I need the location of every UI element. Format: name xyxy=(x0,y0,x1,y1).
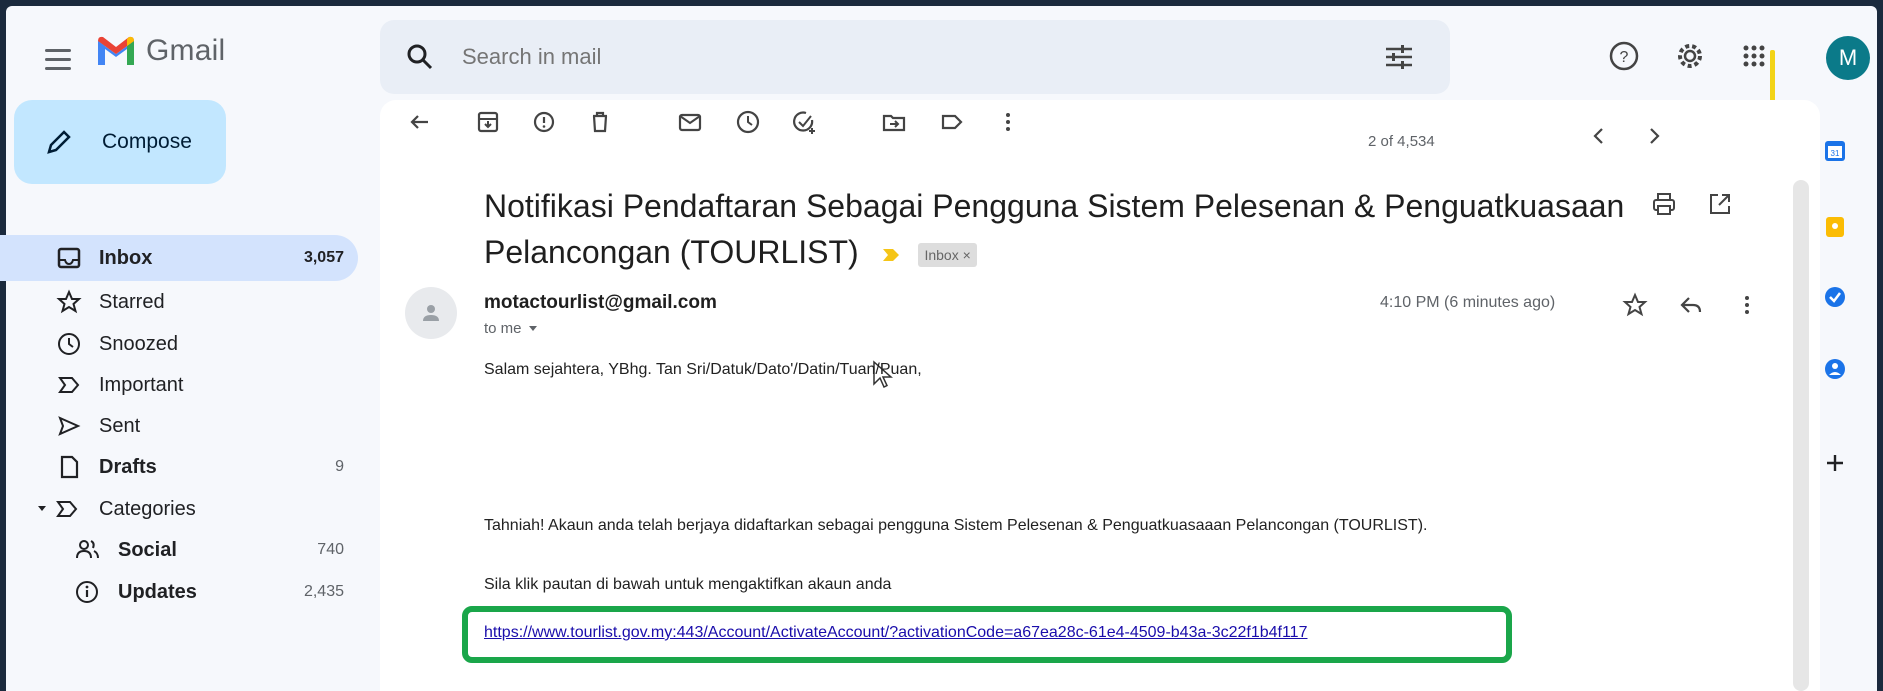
search-input[interactable] xyxy=(462,44,1312,70)
email-subject: Notifikasi Pendaftaran Sebagai Pengguna … xyxy=(484,183,1664,275)
sender-email[interactable]: motactourlist@gmail.com xyxy=(484,292,717,314)
tasks-icon[interactable] xyxy=(1822,284,1848,310)
activation-link[interactable]: https://www.tourlist.gov.my:443/Account/… xyxy=(484,624,1307,642)
sidebar-item-snoozed[interactable]: Snoozed xyxy=(0,321,358,367)
keep-notes-icon[interactable] xyxy=(1822,214,1848,240)
gmail-logo[interactable]: Gmail xyxy=(96,34,225,68)
more-vertical-icon[interactable] xyxy=(994,108,1022,136)
sidebar-item-count: 9 xyxy=(335,458,344,475)
sidebar-item-updates[interactable]: Updates 2,435 xyxy=(0,569,358,615)
email-timestamp: 4:10 PM (6 minutes ago) xyxy=(1380,294,1556,311)
email-paragraph: Sila klik pautan di bawah untuk mengakti… xyxy=(484,576,892,593)
search-bar[interactable] xyxy=(380,20,1450,94)
categories-expand-icon xyxy=(38,501,78,517)
more-options-icon[interactable] xyxy=(1734,292,1760,318)
move-to-folder-icon[interactable] xyxy=(880,108,908,136)
caret-down-icon xyxy=(528,325,537,331)
sidebar-item-label: Updates xyxy=(118,580,197,603)
star-outline-icon[interactable] xyxy=(1622,292,1648,318)
sidebar-item-label: Important xyxy=(99,373,184,396)
sidebar-item-inbox[interactable]: Inbox 3,057 xyxy=(0,235,358,281)
contacts-icon[interactable] xyxy=(1822,356,1848,382)
sidebar-item-categories[interactable]: Categories xyxy=(0,486,358,532)
help-icon[interactable]: ? xyxy=(1606,38,1642,74)
menu-icon-bar xyxy=(45,57,71,61)
sidebar-item-important[interactable]: Important xyxy=(0,362,358,408)
person-icon xyxy=(423,305,439,321)
recipient-details-toggle[interactable]: to me xyxy=(484,320,538,337)
add-addon-plus-icon[interactable] xyxy=(1822,450,1848,476)
sidebar-item-label: Sent xyxy=(99,414,141,437)
app-name: Gmail xyxy=(146,34,226,67)
next-chevron-icon[interactable] xyxy=(1642,124,1666,148)
reply-icon[interactable] xyxy=(1678,292,1704,318)
recipient-text: to me xyxy=(484,320,522,337)
inbox-label-chip[interactable]: Inbox × xyxy=(918,242,977,267)
search-icon[interactable] xyxy=(406,43,434,71)
send-icon xyxy=(58,416,81,436)
archive-icon[interactable] xyxy=(474,108,502,136)
menu-icon-bar xyxy=(45,66,71,70)
print-icon[interactable] xyxy=(1650,190,1678,218)
sidebar-item-count: 2,435 xyxy=(303,583,344,600)
apps-grid-icon[interactable] xyxy=(1736,38,1772,74)
search-options-icon[interactable] xyxy=(1384,44,1414,70)
importance-marker-icon[interactable] xyxy=(882,248,900,262)
clock-icon xyxy=(58,333,80,355)
sidebar-item-label: Drafts xyxy=(99,455,157,478)
email-greeting: Salam sejahtera, YBhg. Tan Sri/Datuk/Dat… xyxy=(484,361,922,378)
back-arrow-icon[interactable] xyxy=(406,108,434,136)
gmail-m-icon xyxy=(98,36,134,65)
sidebar-item-label: Starred xyxy=(99,290,165,313)
report-spam-icon[interactable] xyxy=(530,108,558,136)
account-avatar[interactable]: M xyxy=(1826,36,1870,80)
previous-chevron-icon[interactable] xyxy=(1587,124,1611,148)
email-paragraph: Tahniah! Akaun anda telah berjaya didaft… xyxy=(484,517,1428,534)
label-icon[interactable] xyxy=(938,108,966,136)
sidebar-item-sent[interactable]: Sent xyxy=(0,403,358,449)
sidebar-item-label: Inbox xyxy=(99,246,153,269)
compose-button[interactable]: Compose xyxy=(14,100,226,184)
sender-avatar[interactable] xyxy=(405,287,457,339)
people-icon xyxy=(76,540,99,559)
settings-gear-icon[interactable] xyxy=(1672,38,1708,74)
svg-text:31: 31 xyxy=(1831,149,1840,158)
pencil-icon xyxy=(47,130,71,154)
sidebar-item-label: Social xyxy=(118,538,177,561)
open-in-new-window-icon[interactable] xyxy=(1706,190,1734,218)
menu-icon-bar xyxy=(45,48,71,52)
draft-file-icon xyxy=(60,455,79,479)
compose-label: Compose xyxy=(102,130,192,153)
email-scrollbar[interactable] xyxy=(1793,180,1809,691)
sidebar-item-drafts[interactable]: Drafts 9 xyxy=(0,444,358,490)
trash-icon[interactable] xyxy=(586,108,614,136)
pagination-count: 2 of 4,534 xyxy=(1368,133,1435,150)
important-label-icon xyxy=(58,377,80,393)
svg-text:?: ? xyxy=(1620,49,1629,66)
snooze-clock-icon[interactable] xyxy=(734,108,762,136)
sidebar-item-count: 740 xyxy=(317,541,344,558)
calendar-icon[interactable]: 31 xyxy=(1822,138,1848,164)
sidebar-item-starred[interactable]: Starred xyxy=(0,279,358,325)
sidebar-item-label: Categories xyxy=(99,497,196,520)
inbox-icon xyxy=(57,247,81,269)
sidebar-item-count: 3,057 xyxy=(303,249,344,266)
star-icon xyxy=(56,289,82,314)
info-icon xyxy=(76,581,98,603)
mark-unread-icon[interactable] xyxy=(676,108,704,136)
main-menu-button[interactable] xyxy=(45,42,79,76)
email-subject-text: Notifikasi Pendaftaran Sebagai Pengguna … xyxy=(484,188,1625,270)
sidebar-item-label: Snoozed xyxy=(99,332,178,355)
add-to-tasks-icon[interactable] xyxy=(790,108,818,136)
sidebar-item-social[interactable]: Social 740 xyxy=(0,527,358,573)
